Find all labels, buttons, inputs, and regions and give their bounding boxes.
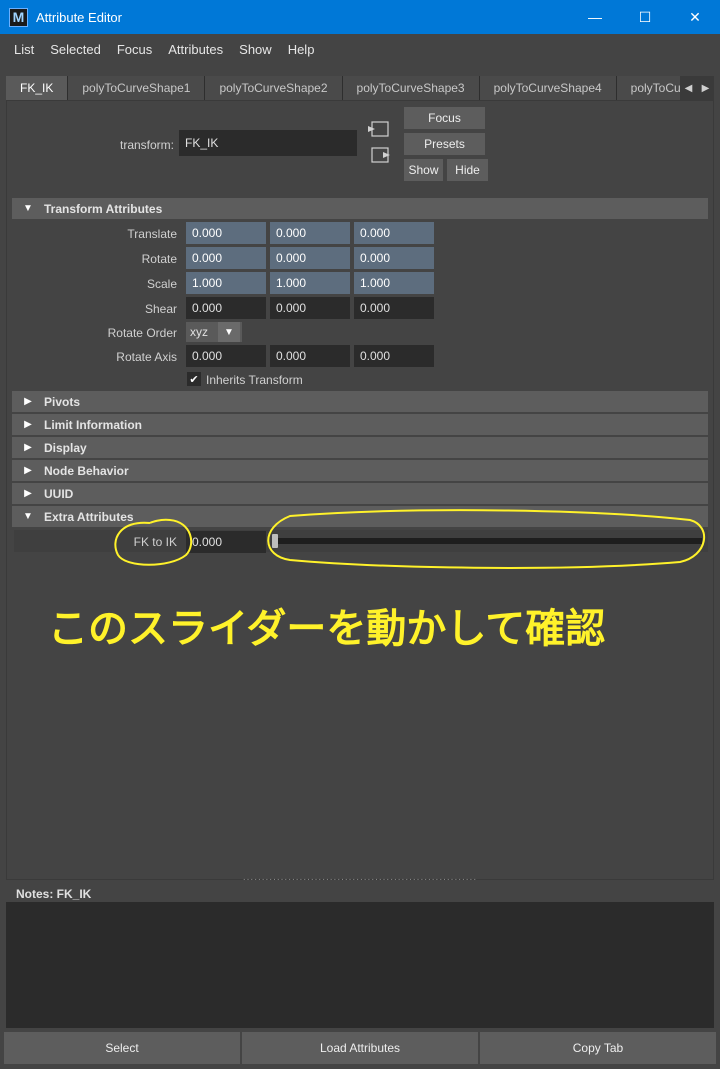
show-button[interactable]: Show	[404, 159, 443, 181]
select-button[interactable]: Select	[4, 1032, 240, 1064]
presets-button[interactable]: Presets	[404, 133, 485, 155]
tab-scroll-arrows: ◀ ▶	[680, 76, 714, 100]
rotate-axis-y-field[interactable]: 0.000	[270, 345, 350, 367]
menu-help[interactable]: Help	[280, 42, 323, 57]
collapsed-triangle-icon: ▶	[24, 488, 32, 499]
translate-z-field[interactable]: 0.000	[354, 222, 434, 244]
tab-polytocurveshape3[interactable]: polyToCurveShape3	[342, 76, 480, 100]
menu-show[interactable]: Show	[231, 42, 280, 57]
collapsed-triangle-icon: ▶	[24, 442, 32, 453]
tab-fk-ik[interactable]: FK_IK	[6, 76, 69, 100]
shear-y-field[interactable]: 0.000	[270, 297, 350, 319]
tab-scroll-right-icon[interactable]: ▶	[702, 83, 710, 94]
close-button[interactable]: ✕	[670, 0, 720, 34]
inherits-transform-checkbox[interactable]: ✔	[187, 372, 201, 386]
scale-y-field[interactable]: 1.000	[270, 272, 350, 294]
section-pivots[interactable]: ▶ Pivots	[12, 391, 708, 412]
fk-to-ik-slider-handle[interactable]	[272, 534, 278, 548]
notes-label: Notes: FK_IK	[16, 887, 92, 901]
menu-attributes[interactable]: Attributes	[160, 42, 231, 57]
expanded-triangle-icon: ▼	[23, 203, 33, 214]
menu-list[interactable]: List	[6, 42, 42, 57]
load-attributes-button[interactable]: Load Attributes	[242, 1032, 478, 1064]
menu-bar: List Selected Focus Attributes Show Help	[0, 34, 720, 64]
notes-textarea[interactable]	[6, 902, 714, 1028]
scale-x-field[interactable]: 1.000	[186, 272, 266, 294]
shear-z-field[interactable]: 0.000	[354, 297, 434, 319]
hide-button[interactable]: Hide	[447, 159, 488, 181]
window-title: Attribute Editor	[36, 9, 122, 25]
scale-label: Scale	[146, 277, 177, 291]
copy-tab-button[interactable]: Copy Tab	[480, 1032, 716, 1064]
tab-scroll-left-icon[interactable]: ◀	[685, 83, 693, 94]
section-title: UUID	[44, 486, 74, 501]
annotation-caption: このスライダーを動かして確認	[48, 606, 606, 652]
fk-to-ik-value-field[interactable]: 0.000	[186, 531, 266, 553]
shear-x-field[interactable]: 0.000	[186, 297, 266, 319]
bottom-button-bar: Select Load Attributes Copy Tab	[4, 1032, 716, 1064]
section-title: Limit Information	[44, 417, 142, 432]
translate-label: Translate	[127, 227, 177, 241]
collapsed-triangle-icon: ▶	[24, 419, 32, 430]
rotate-axis-z-field[interactable]: 0.000	[354, 345, 434, 367]
rotate-y-field[interactable]: 0.000	[270, 247, 350, 269]
fk-to-ik-label: FK to IK	[133, 535, 177, 549]
scale-z-field[interactable]: 1.000	[354, 272, 434, 294]
section-title: Transform Attributes	[44, 201, 163, 216]
fk-to-ik-slider-track[interactable]	[272, 538, 702, 544]
rotate-x-field[interactable]: 0.000	[186, 247, 266, 269]
minimize-button[interactable]: —	[570, 0, 620, 34]
maximize-button[interactable]: ☐	[620, 0, 670, 34]
tab-polytocurveshape4[interactable]: polyToCurveShape4	[479, 76, 617, 100]
section-node-behavior[interactable]: ▶ Node Behavior	[12, 460, 708, 481]
shear-label: Shear	[144, 302, 177, 316]
menu-focus[interactable]: Focus	[109, 42, 160, 57]
transform-label: transform:	[119, 138, 174, 152]
section-uuid[interactable]: ▶ UUID	[12, 483, 708, 504]
transform-name-field[interactable]: FK_IK	[179, 130, 357, 156]
rotate-axis-x-field[interactable]: 0.000	[186, 345, 266, 367]
section-title: Display	[44, 440, 87, 455]
checkmark-icon: ✔	[189, 373, 199, 386]
focus-button[interactable]: Focus	[404, 107, 485, 129]
translate-y-field[interactable]: 0.000	[270, 222, 350, 244]
section-title: Extra Attributes	[44, 509, 134, 524]
section-extra-attributes[interactable]: ▼ Extra Attributes	[12, 506, 708, 527]
section-limit-information[interactable]: ▶ Limit Information	[12, 414, 708, 435]
expanded-triangle-icon: ▼	[23, 511, 33, 522]
maya-app-icon: M	[9, 7, 28, 27]
section-display[interactable]: ▶ Display	[12, 437, 708, 458]
title-bar: M Attribute Editor — ☐ ✕	[0, 0, 720, 34]
rotate-z-field[interactable]: 0.000	[354, 247, 434, 269]
collapsed-triangle-icon: ▶	[24, 465, 32, 476]
tab-polytocurveshape2[interactable]: polyToCurveShape2	[205, 76, 343, 100]
pane-splitter-handle[interactable]: ........................................…	[240, 875, 480, 881]
collapsed-triangle-icon: ▶	[24, 396, 32, 407]
rotate-axis-label: Rotate Axis	[116, 350, 177, 364]
inherits-transform-label: Inherits Transform	[206, 373, 303, 387]
rotate-label: Rotate	[141, 252, 177, 266]
section-title: Pivots	[44, 394, 81, 409]
section-title: Node Behavior	[44, 463, 129, 478]
chevron-down-icon: ▼	[218, 322, 240, 342]
node-tab-bar: FK_IK polyToCurveShape1 polyToCurveShape…	[6, 76, 714, 100]
section-transform-attributes[interactable]: ▼ Transform Attributes	[12, 198, 708, 219]
menu-selected[interactable]: Selected	[42, 42, 109, 57]
translate-x-field[interactable]: 0.000	[186, 222, 266, 244]
rotate-order-label: Rotate Order	[107, 326, 177, 340]
rotate-order-value: xyz	[190, 325, 208, 339]
rotate-order-dropdown[interactable]: xyz ▼	[186, 322, 242, 342]
tab-polytocurveshape1[interactable]: polyToCurveShape1	[68, 76, 206, 100]
